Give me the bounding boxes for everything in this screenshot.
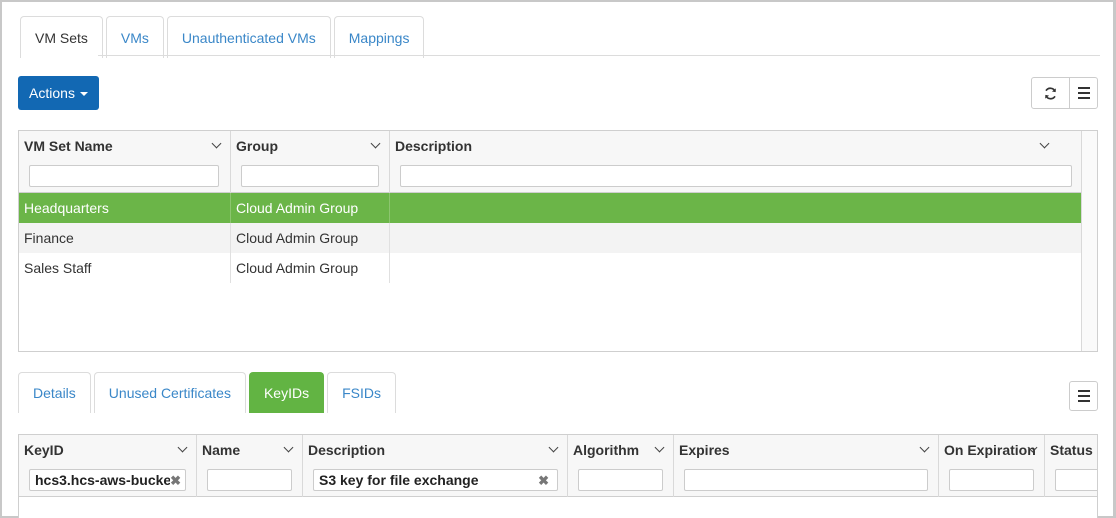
- table-cell: Sales Staff: [19, 253, 231, 283]
- tab-vms[interactable]: VMs: [105, 16, 164, 58]
- description-filter[interactable]: S3 key for file exchange ✖: [313, 469, 558, 491]
- top-tab-bar: VM Sets VMs Unauthenticated VMs Mappings: [20, 16, 427, 58]
- grid-header: KeyID hcs3.hcs-aws-bucket ✖ Name Descrip…: [19, 435, 1097, 497]
- menu-icon: [1077, 390, 1090, 402]
- detail-tab-bar: Details Unused Certificates KeyIDs FSIDs: [18, 372, 399, 413]
- tab-fsids[interactable]: FSIDs: [327, 372, 396, 413]
- table-cell: [390, 223, 1082, 253]
- chevron-down-icon[interactable]: [370, 138, 381, 149]
- chevron-down-icon[interactable]: [548, 442, 559, 453]
- table-cell: Finance: [19, 223, 231, 253]
- chevron-down-icon[interactable]: [919, 442, 930, 453]
- table-cell: Cloud Admin Group: [231, 253, 390, 283]
- column-description[interactable]: Description: [390, 131, 1082, 193]
- caret-down-icon: [79, 92, 88, 96]
- tab-mappings[interactable]: Mappings: [333, 16, 425, 58]
- description-filter[interactable]: [400, 165, 1072, 187]
- actions-label: Actions: [29, 85, 75, 101]
- column-status[interactable]: Status: [1045, 435, 1097, 497]
- column-on-expiration[interactable]: On Expiration: [939, 435, 1045, 497]
- column-group[interactable]: Group: [231, 131, 390, 193]
- column-title: On Expiration: [944, 442, 1036, 458]
- column-title: Expires: [679, 442, 730, 458]
- column-title: Algorithm: [573, 442, 640, 458]
- chevron-down-icon[interactable]: [1039, 138, 1050, 149]
- chevron-down-icon[interactable]: [283, 442, 294, 453]
- column-title: Name: [202, 442, 241, 458]
- tab-keyids[interactable]: KeyIDs: [248, 372, 325, 413]
- tab-vm-sets[interactable]: VM Sets: [20, 16, 103, 58]
- column-title: KeyID: [24, 442, 64, 458]
- expires-filter[interactable]: [684, 469, 928, 491]
- chevron-down-icon[interactable]: [177, 442, 188, 453]
- refresh-button[interactable]: [1031, 77, 1070, 109]
- table-row[interactable]: Headquarters Cloud Admin Group: [19, 193, 1082, 223]
- refresh-icon: [1045, 86, 1056, 100]
- name-filter[interactable]: [207, 469, 292, 491]
- table-row[interactable]: Sales Staff Cloud Admin Group: [19, 253, 1082, 283]
- tab-details[interactable]: Details: [18, 372, 91, 413]
- column-title: Group: [236, 138, 278, 154]
- chevron-down-icon[interactable]: [211, 138, 222, 149]
- column-algorithm[interactable]: Algorithm: [568, 435, 674, 497]
- tab-divider: [98, 55, 1100, 56]
- clear-icon[interactable]: ✖: [538, 473, 549, 489]
- column-title: VM Set Name: [24, 138, 113, 154]
- chevron-down-icon[interactable]: [654, 442, 665, 453]
- grid-header: VM Set Name Group Description: [19, 131, 1082, 193]
- column-title: Description: [308, 442, 386, 458]
- vm-set-name-filter[interactable]: [29, 165, 219, 187]
- column-vm-set-name[interactable]: VM Set Name: [19, 131, 231, 193]
- keyid-grid: KeyID hcs3.hcs-aws-bucket ✖ Name Descrip…: [18, 434, 1098, 518]
- keyid-filter[interactable]: hcs3.hcs-aws-bucket ✖: [29, 469, 186, 491]
- column-keyid[interactable]: KeyID hcs3.hcs-aws-bucket ✖: [19, 435, 197, 497]
- clear-icon[interactable]: ✖: [170, 473, 181, 489]
- column-description[interactable]: Description S3 key for file exchange ✖: [303, 435, 568, 497]
- table-cell: Cloud Admin Group: [231, 223, 390, 253]
- status-filter[interactable]: [1055, 469, 1097, 491]
- column-title: Description: [395, 138, 473, 154]
- on-expiration-filter[interactable]: [949, 469, 1034, 491]
- vertical-scrollbar[interactable]: [1081, 131, 1097, 351]
- table-cell: [390, 253, 1082, 283]
- group-filter[interactable]: [241, 165, 379, 187]
- keyid-filter-value: hcs3.hcs-aws-bucket: [35, 472, 176, 488]
- table-cell: Cloud Admin Group: [231, 193, 390, 223]
- column-title: Status: [1050, 442, 1093, 458]
- vm-set-grid: VM Set Name Group Description Headquarte…: [18, 130, 1098, 352]
- table-cell: [390, 193, 1082, 223]
- table-row[interactable]: Finance Cloud Admin Group: [19, 223, 1082, 253]
- tab-unused-certificates[interactable]: Unused Certificates: [93, 372, 246, 413]
- column-expires[interactable]: Expires: [674, 435, 939, 497]
- actions-button[interactable]: Actions: [18, 76, 99, 110]
- tab-unauthenticated-vms[interactable]: Unauthenticated VMs: [166, 16, 331, 58]
- description-filter-value: S3 key for file exchange: [319, 472, 479, 488]
- detail-menu-button[interactable]: [1069, 381, 1098, 411]
- table-cell: Headquarters: [19, 193, 231, 223]
- column-menu-button[interactable]: [1069, 77, 1098, 109]
- column-name[interactable]: Name: [197, 435, 303, 497]
- algorithm-filter[interactable]: [578, 469, 663, 491]
- menu-icon: [1077, 87, 1090, 99]
